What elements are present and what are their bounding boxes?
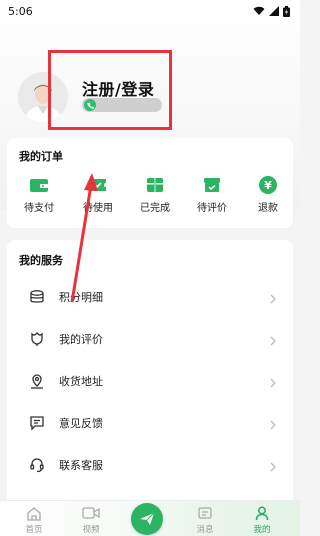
nav-label: 视频 xyxy=(82,525,100,535)
nav-label: 我的 xyxy=(253,525,271,535)
nav-mine[interactable]: 我的 xyxy=(242,504,282,536)
service-my-reviews[interactable]: 我的评价 xyxy=(19,318,281,360)
orders-title: 我的订单 xyxy=(19,150,63,163)
service-label: 意见反馈 xyxy=(59,417,103,430)
wallet-icon xyxy=(11,174,67,196)
coins-icon xyxy=(27,287,47,307)
nav-home[interactable]: 首页 xyxy=(14,504,54,536)
order-label: 待支付 xyxy=(24,203,54,214)
nav-label: 首页 xyxy=(25,525,43,535)
flower-icon xyxy=(27,329,47,349)
ticket-icon xyxy=(70,174,126,196)
service-label: 积分明细 xyxy=(59,291,103,304)
nav-label: 消息 xyxy=(196,525,214,535)
person-icon xyxy=(242,504,282,522)
order-label: 待使用 xyxy=(83,203,113,214)
service-shipping-address[interactable]: 收货地址 xyxy=(19,360,281,402)
location-icon xyxy=(27,371,47,391)
order-refund[interactable]: ¥ 退款 xyxy=(240,174,296,218)
annotation-highlight-box xyxy=(48,50,172,130)
svg-text:¥: ¥ xyxy=(264,179,272,192)
chevron-right-icon xyxy=(269,374,277,393)
video-icon xyxy=(71,504,111,522)
order-to-review[interactable]: 待评价 xyxy=(184,174,240,218)
chevron-right-icon xyxy=(269,458,277,477)
chevron-right-icon xyxy=(269,332,277,351)
center-publish-button[interactable] xyxy=(131,503,163,535)
service-label: 我的评价 xyxy=(59,333,103,346)
order-label: 退款 xyxy=(258,203,278,214)
order-pending-payment[interactable]: 待支付 xyxy=(11,174,67,218)
send-icon xyxy=(140,512,155,525)
yen-icon: ¥ xyxy=(240,174,296,196)
chevron-right-icon xyxy=(269,416,277,435)
chevron-right-icon xyxy=(269,290,277,309)
nav-messages[interactable]: 消息 xyxy=(185,504,225,536)
service-feedback[interactable]: 意见反馈 xyxy=(19,402,281,444)
services-title: 我的服务 xyxy=(19,254,63,267)
status-time: 5:06 xyxy=(8,4,33,18)
review-box-icon xyxy=(184,174,240,196)
service-label: 联系客服 xyxy=(59,459,103,472)
service-points-detail[interactable]: 积分明细 xyxy=(19,276,281,318)
message-icon xyxy=(185,504,225,522)
my-orders-card: 我的订单 待支付 待使用 已完成 待评价 ¥ 退款 xyxy=(7,138,293,228)
order-completed[interactable]: 已完成 xyxy=(127,174,183,218)
order-to-use[interactable]: 待使用 xyxy=(70,174,126,218)
nav-video[interactable]: 视频 xyxy=(71,504,111,536)
service-customer-support[interactable]: 联系客服 xyxy=(19,444,281,486)
signal-icon xyxy=(269,6,279,16)
battery-icon xyxy=(283,5,290,17)
package-icon xyxy=(127,174,183,196)
order-label: 待评价 xyxy=(197,203,227,214)
home-icon xyxy=(14,504,54,522)
feedback-icon xyxy=(27,413,47,433)
status-bar: 5:06 xyxy=(0,0,300,22)
order-label: 已完成 xyxy=(140,203,170,214)
headset-icon xyxy=(27,455,47,475)
wifi-icon xyxy=(253,6,265,16)
service-label: 收货地址 xyxy=(59,375,103,388)
my-services-card: 我的服务 积分明细 我的评价 收货地址 意见反馈 联系客服 xyxy=(7,240,293,510)
